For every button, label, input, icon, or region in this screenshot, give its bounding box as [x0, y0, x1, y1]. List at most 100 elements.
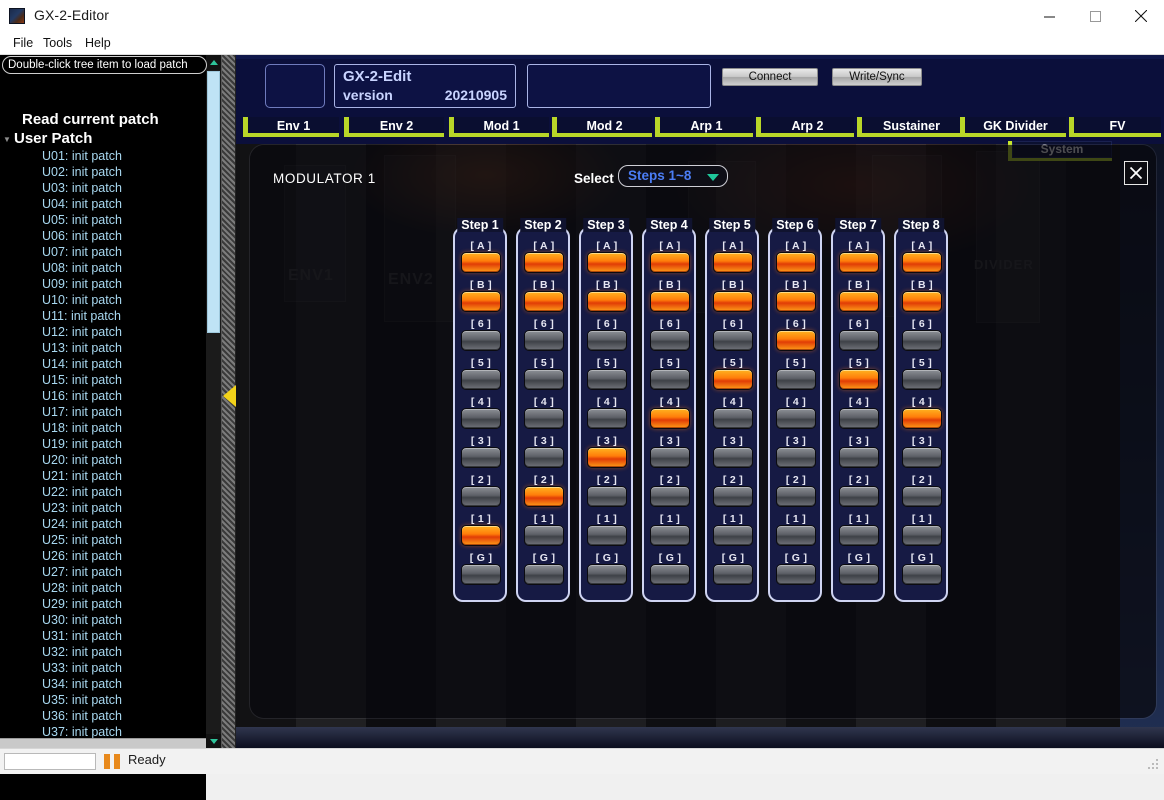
- note-toggle-2-G[interactable]: [524, 564, 564, 585]
- tree-item-patch[interactable]: U08: init patch: [0, 260, 206, 276]
- note-toggle-4-A[interactable]: [650, 252, 690, 273]
- note-toggle-6-3[interactable]: [776, 447, 816, 468]
- note-toggle-5-1[interactable]: [713, 525, 753, 546]
- note-toggle-6-1[interactable]: [776, 525, 816, 546]
- note-toggle-2-6[interactable]: [524, 330, 564, 351]
- patch-name-display[interactable]: [527, 64, 711, 108]
- note-toggle-5-4[interactable]: [713, 408, 753, 429]
- write-sync-button[interactable]: Write/Sync: [832, 68, 922, 86]
- note-toggle-4-G[interactable]: [650, 564, 690, 585]
- tree-item-patch[interactable]: U27: init patch: [0, 564, 206, 580]
- tree-item-patch[interactable]: U05: init patch: [0, 212, 206, 228]
- note-toggle-8-6[interactable]: [902, 330, 942, 351]
- note-toggle-3-3[interactable]: [587, 447, 627, 468]
- note-toggle-7-2[interactable]: [839, 486, 879, 507]
- note-toggle-4-5[interactable]: [650, 369, 690, 390]
- tab-sustainer[interactable]: Sustainer: [857, 117, 961, 137]
- minimize-icon[interactable]: [1026, 0, 1072, 32]
- note-toggle-7-5[interactable]: [839, 369, 879, 390]
- note-toggle-4-3[interactable]: [650, 447, 690, 468]
- note-toggle-2-B[interactable]: [524, 291, 564, 312]
- note-toggle-8-1[interactable]: [902, 525, 942, 546]
- note-toggle-1-G[interactable]: [461, 564, 501, 585]
- menu-tools[interactable]: Tools: [36, 35, 79, 51]
- tree-item-patch[interactable]: U31: init patch: [0, 628, 206, 644]
- note-toggle-1-5[interactable]: [461, 369, 501, 390]
- note-toggle-8-2[interactable]: [902, 486, 942, 507]
- tree-item-patch[interactable]: U19: init patch: [0, 436, 206, 452]
- note-toggle-2-2[interactable]: [524, 486, 564, 507]
- tab-env-1[interactable]: Env 1: [243, 117, 339, 137]
- note-toggle-6-6[interactable]: [776, 330, 816, 351]
- note-toggle-1-B[interactable]: [461, 291, 501, 312]
- note-toggle-4-2[interactable]: [650, 486, 690, 507]
- note-toggle-8-B[interactable]: [902, 291, 942, 312]
- tree-item-patch[interactable]: U29: init patch: [0, 596, 206, 612]
- note-toggle-7-B[interactable]: [839, 291, 879, 312]
- tree-item-patch[interactable]: U02: init patch: [0, 164, 206, 180]
- note-toggle-1-4[interactable]: [461, 408, 501, 429]
- maximize-icon[interactable]: [1072, 0, 1118, 32]
- tree-item-patch[interactable]: U22: init patch: [0, 484, 206, 500]
- note-toggle-6-2[interactable]: [776, 486, 816, 507]
- note-toggle-5-B[interactable]: [713, 291, 753, 312]
- tree-item-patch[interactable]: U23: init patch: [0, 500, 206, 516]
- note-toggle-1-6[interactable]: [461, 330, 501, 351]
- note-toggle-8-5[interactable]: [902, 369, 942, 390]
- note-toggle-2-4[interactable]: [524, 408, 564, 429]
- resize-grip-icon[interactable]: [1146, 757, 1160, 771]
- close-dialog-button[interactable]: [1124, 161, 1148, 185]
- note-toggle-7-G[interactable]: [839, 564, 879, 585]
- tree-item-patch[interactable]: U07: init patch: [0, 244, 206, 260]
- note-toggle-6-4[interactable]: [776, 408, 816, 429]
- tree-item-patch[interactable]: U03: init patch: [0, 180, 206, 196]
- tree-item-patch[interactable]: U15: init patch: [0, 372, 206, 388]
- note-toggle-7-4[interactable]: [839, 408, 879, 429]
- tree-item-patch[interactable]: U13: init patch: [0, 340, 206, 356]
- tree-item-patch[interactable]: U24: init patch: [0, 516, 206, 532]
- note-toggle-7-6[interactable]: [839, 330, 879, 351]
- note-toggle-4-B[interactable]: [650, 291, 690, 312]
- tab-gk-divider[interactable]: GK Divider: [960, 117, 1066, 137]
- tree-item-patch[interactable]: U20: init patch: [0, 452, 206, 468]
- note-toggle-5-3[interactable]: [713, 447, 753, 468]
- patch-tree[interactable]: Read current patch ▼ User Patch U01: init p…: [0, 110, 206, 800]
- tree-item-patch[interactable]: U11: init patch: [0, 308, 206, 324]
- tree-item-patch[interactable]: U34: init patch: [0, 676, 206, 692]
- tree-item-patch[interactable]: U01: init patch: [0, 148, 206, 164]
- patch-number-display[interactable]: [265, 64, 325, 108]
- note-toggle-5-5[interactable]: [713, 369, 753, 390]
- note-toggle-4-4[interactable]: [650, 408, 690, 429]
- note-toggle-7-1[interactable]: [839, 525, 879, 546]
- note-toggle-3-B[interactable]: [587, 291, 627, 312]
- note-toggle-6-B[interactable]: [776, 291, 816, 312]
- note-toggle-5-A[interactable]: [713, 252, 753, 273]
- note-toggle-3-A[interactable]: [587, 252, 627, 273]
- note-toggle-3-1[interactable]: [587, 525, 627, 546]
- tree-item-patch[interactable]: U09: init patch: [0, 276, 206, 292]
- tree-item-patch[interactable]: U33: init patch: [0, 660, 206, 676]
- note-toggle-8-G[interactable]: [902, 564, 942, 585]
- note-toggle-2-3[interactable]: [524, 447, 564, 468]
- note-toggle-1-A[interactable]: [461, 252, 501, 273]
- note-toggle-5-6[interactable]: [713, 330, 753, 351]
- menu-help[interactable]: Help: [78, 35, 118, 51]
- note-toggle-2-A[interactable]: [524, 252, 564, 273]
- note-toggle-3-5[interactable]: [587, 369, 627, 390]
- tab-arp-1[interactable]: Arp 1: [655, 117, 753, 137]
- note-toggle-4-6[interactable]: [650, 330, 690, 351]
- tree-item-patch[interactable]: U32: init patch: [0, 644, 206, 660]
- panel-splitter[interactable]: [221, 55, 236, 749]
- note-toggle-7-A[interactable]: [839, 252, 879, 273]
- tree-item-patch[interactable]: U12: init patch: [0, 324, 206, 340]
- chevron-down-icon[interactable]: ▼: [0, 130, 14, 149]
- close-icon[interactable]: [1118, 0, 1164, 32]
- scroll-down-icon[interactable]: [206, 734, 221, 749]
- note-toggle-6-A[interactable]: [776, 252, 816, 273]
- note-toggle-8-A[interactable]: [902, 252, 942, 273]
- note-toggle-4-1[interactable]: [650, 525, 690, 546]
- tree-item-read-current-patch[interactable]: Read current patch: [0, 110, 206, 129]
- tree-item-patch[interactable]: U36: init patch: [0, 708, 206, 724]
- tree-item-patch[interactable]: U10: init patch: [0, 292, 206, 308]
- tree-item-patch[interactable]: U30: init patch: [0, 612, 206, 628]
